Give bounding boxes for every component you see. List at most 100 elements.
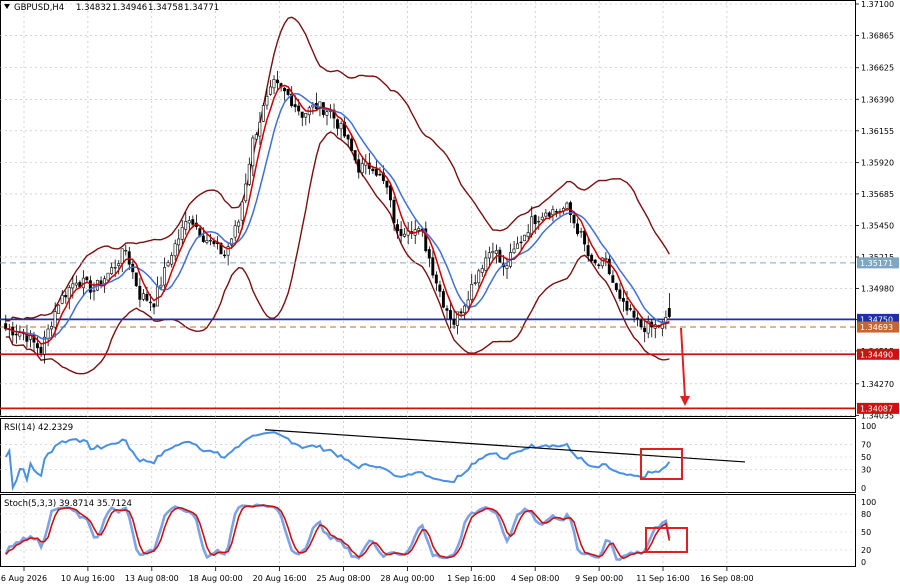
candle-body <box>480 268 484 273</box>
candle-body <box>625 300 629 311</box>
time-tick-label: 18 Aug 00:00 <box>189 574 243 583</box>
candle-body <box>57 304 61 314</box>
candle-body <box>141 293 145 300</box>
candle-body <box>445 308 449 311</box>
grid-lines <box>0 1 855 566</box>
candle-body <box>597 264 601 266</box>
candle-body <box>187 220 191 224</box>
candle-body <box>166 262 170 267</box>
candle-body <box>537 220 541 223</box>
time-tick-label: 4 Sep 08:00 <box>511 574 559 583</box>
candle-body <box>35 343 39 349</box>
symbol-label: GBPUSD,H4 <box>14 3 64 13</box>
candle-body <box>113 267 117 269</box>
candle-body <box>636 317 639 319</box>
candle-body <box>145 293 149 301</box>
candle-body <box>473 282 477 284</box>
candle-body <box>523 234 527 242</box>
candle-body <box>487 252 491 259</box>
candle-body <box>618 289 622 299</box>
candle-body <box>117 263 121 267</box>
forex-chart[interactable]: 1.37100 1.36865 1.36625 1.36390 1.36155 1.359… <box>0 0 900 586</box>
candle-body <box>346 134 350 140</box>
candle-body <box>205 240 209 243</box>
header-high: 1.34946 <box>112 3 147 13</box>
candle-body <box>611 275 615 283</box>
rsi-tick-label: 30 <box>861 465 871 474</box>
rsi-line <box>4 431 671 492</box>
price-tick-label: 1.34980 <box>861 285 894 294</box>
candle-body <box>300 111 304 118</box>
candle-body <box>632 310 636 318</box>
candle-body <box>71 283 75 289</box>
candle-body <box>283 87 286 92</box>
candle-body <box>251 137 255 167</box>
price-tick-label: 1.36625 <box>861 64 894 73</box>
candle-body <box>134 272 138 287</box>
time-tick-label: 28 Aug 00:00 <box>380 574 434 583</box>
candle-body <box>396 224 399 232</box>
candle-body <box>607 258 611 275</box>
rsi-tick-label: 50 <box>861 453 871 462</box>
price-tick-label: 1.36155 <box>861 127 894 136</box>
rsi-tick-label: 70 <box>861 441 871 450</box>
candle-body <box>237 221 241 227</box>
candle-body <box>39 346 43 354</box>
candle-body <box>438 284 442 292</box>
rsi-panel: 100 70 50 30 0 <box>0 422 876 493</box>
candle-body <box>258 121 262 137</box>
candle-body <box>110 267 114 275</box>
candle-body <box>427 249 431 259</box>
candle-body <box>378 173 382 176</box>
rsi-tick-label: 0 <box>861 484 866 493</box>
candle-body <box>92 290 96 292</box>
candle-body <box>293 104 297 108</box>
stoch-tick-label: 80 <box>861 510 871 519</box>
stoch-tick-label: 20 <box>861 546 871 555</box>
chart-header: GBPUSD,H4 1.34832 1.34946 1.34758 1.3477… <box>4 3 219 13</box>
candle-body <box>526 232 530 237</box>
collapse-triangle-icon[interactable] <box>4 4 10 9</box>
candle-body <box>554 211 558 213</box>
price-tick-label: 1.34270 <box>861 380 894 389</box>
candle-body <box>50 326 54 330</box>
candle-body <box>88 280 92 293</box>
candle-body <box>544 212 548 217</box>
candle-body <box>551 209 555 215</box>
candle-body <box>533 215 537 225</box>
candle-body <box>431 257 435 276</box>
candle-body <box>297 105 301 112</box>
candle-body <box>191 219 195 225</box>
candle-body <box>643 327 647 332</box>
candle-body <box>540 216 544 221</box>
candle-body <box>399 228 403 237</box>
candle-body <box>268 86 272 95</box>
time-tick-label: 16 Sep 08:00 <box>700 574 753 583</box>
time-tick-label: 10 Aug 16:00 <box>61 574 115 583</box>
candle-body <box>516 243 519 249</box>
candle-body <box>163 267 166 286</box>
candle-body <box>417 228 421 231</box>
candle-body <box>357 159 361 173</box>
candle-body <box>441 291 445 308</box>
candle-body <box>576 223 579 235</box>
candle-body <box>64 294 68 298</box>
candle-body <box>173 243 177 257</box>
price-level-tag-text: 1.34693 <box>860 323 893 332</box>
stoch-tick-label: 50 <box>861 528 871 537</box>
header-close: 1.34771 <box>184 3 219 13</box>
candle-body <box>590 254 594 262</box>
candle-body <box>470 284 474 300</box>
price-tick-label: 1.35685 <box>861 190 894 199</box>
candle-body <box>212 241 216 245</box>
price-tick-label: 1.35920 <box>861 158 894 167</box>
candle-body <box>360 163 364 174</box>
candle-body <box>272 79 276 89</box>
time-tick-label: 6 Aug 2026 <box>1 574 47 583</box>
time-axis: 6 Aug 2026 10 Aug 16:00 13 Aug 08:00 18 Aug… <box>1 567 754 583</box>
candle-body <box>547 212 551 217</box>
stoch-tick-label: 100 <box>861 498 876 507</box>
candle-body <box>667 308 671 317</box>
rsi-tick-label: 100 <box>861 422 876 431</box>
candle-body <box>152 303 156 308</box>
